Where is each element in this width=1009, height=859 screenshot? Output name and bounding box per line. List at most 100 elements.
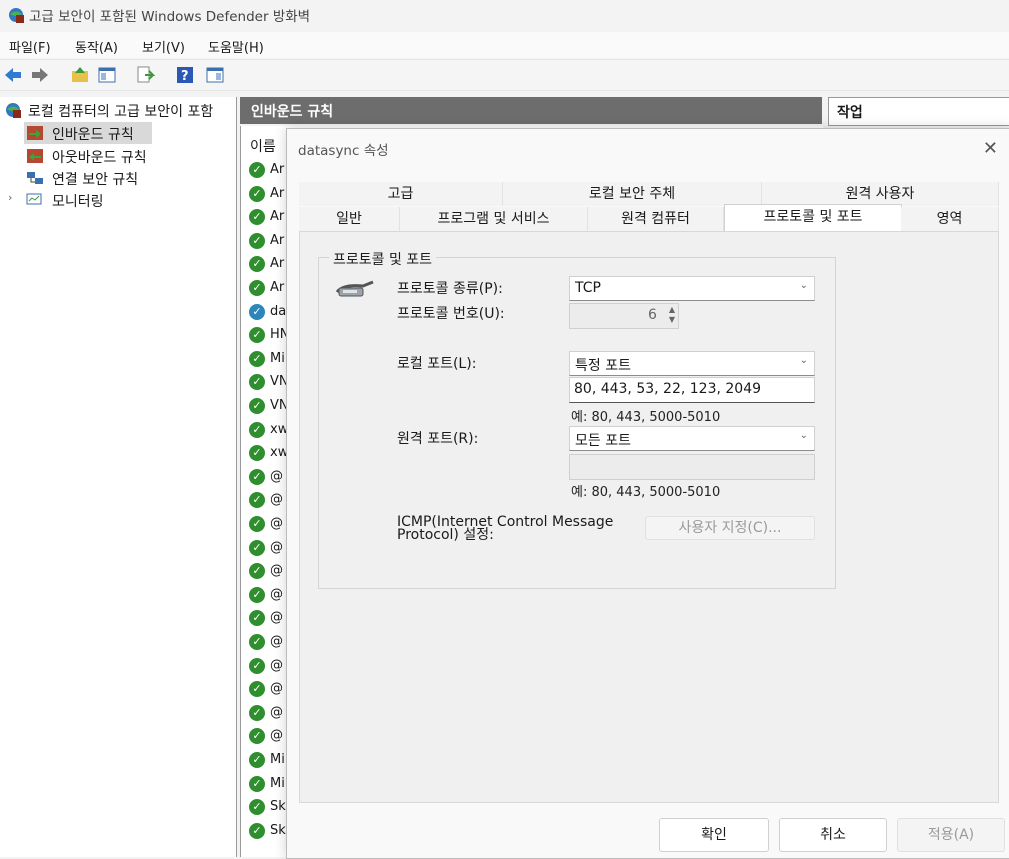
rule-enabled-check-icon: ✓ — [249, 162, 265, 178]
table-row[interactable]: ✓ @ — [249, 656, 289, 678]
show-action-pane-icon[interactable] — [205, 65, 225, 85]
chevron-down-icon: ⌄ — [799, 430, 808, 441]
show-hide-tree-icon[interactable] — [97, 65, 117, 85]
table-row[interactable]: ✓ @ — [249, 679, 289, 701]
table-row[interactable]: ✓ Ar — [249, 160, 289, 182]
table-row[interactable]: ✓ Mi — [249, 349, 289, 371]
tab-local-principals[interactable]: 로컬 보안 주체 — [503, 182, 762, 206]
table-row[interactable]: ✓ @ — [249, 490, 289, 512]
chevron-right-icon[interactable]: › — [8, 191, 12, 204]
rule-name: @ — [270, 610, 283, 626]
tree-item-connection-security-rules[interactable]: 연결 보안 규칙 — [24, 167, 224, 189]
table-row[interactable]: ✓ Ar — [249, 184, 289, 206]
table-row[interactable]: ✓ @ — [249, 726, 289, 748]
rule-enabled-check-icon: ✓ — [249, 822, 265, 839]
protocol-number-stepper[interactable]: 6 ▲ ▼ — [569, 303, 679, 329]
tab-remote-users[interactable]: 원격 사용자 — [762, 182, 999, 206]
tree-item-monitoring[interactable]: › 모니터링 — [8, 189, 228, 211]
tree-item-label: 모니터링 — [52, 194, 104, 210]
column-header-name[interactable]: 이름 — [250, 136, 276, 156]
connection-security-icon — [27, 172, 43, 184]
up-folder-icon[interactable] — [70, 65, 90, 85]
tab-remote-computers[interactable]: 원격 컴퓨터 — [588, 207, 724, 231]
table-row[interactable]: ✓ HN — [249, 325, 289, 347]
rule-name: @ — [270, 586, 283, 602]
remote-port-select[interactable]: 모든 포트 ⌄ — [569, 426, 815, 451]
rule-enabled-check-icon: ✓ — [249, 775, 265, 792]
protocol-type-select[interactable]: TCP ⌄ — [569, 276, 815, 301]
monitoring-icon — [26, 193, 42, 205]
help-icon[interactable]: ? — [175, 65, 195, 85]
table-row[interactable]: ✓ @ — [249, 608, 289, 630]
table-row[interactable]: ✓ Ar — [249, 254, 289, 276]
icmp-customize-button[interactable]: 사용자 지정(C)... — [645, 516, 815, 540]
tree-root[interactable]: 로컬 컴퓨터의 고급 보안이 포함 — [0, 99, 236, 121]
rule-enabled-check-icon: ✓ — [249, 704, 265, 721]
actions-pane-title: 작업 — [837, 105, 863, 121]
rule-name: @ — [270, 492, 283, 508]
table-row[interactable]: ✓ xw — [249, 443, 289, 465]
table-row[interactable]: ✓ xw — [249, 420, 289, 442]
tree-item-inbound-rules[interactable]: 인바운드 규칙 — [24, 122, 152, 144]
menu-help[interactable]: 도움말(H) — [208, 37, 264, 56]
protocol-type-label: 프로토콜 종류(P): — [397, 281, 503, 297]
table-row[interactable]: ✓ VN — [249, 372, 289, 394]
spin-arrows-icon[interactable]: ▲ ▼ — [669, 305, 675, 325]
table-row[interactable]: ✓ Mi — [249, 750, 289, 772]
tree-item-outbound-rules[interactable]: 아웃바운드 규칙 — [24, 145, 224, 167]
menu-view[interactable]: 보기(V) — [142, 37, 185, 56]
rule-name: @ — [270, 468, 283, 484]
tab-general[interactable]: 일반 — [299, 207, 400, 231]
cancel-button[interactable]: 취소 — [779, 818, 887, 852]
table-row[interactable]: ✓ Mi — [249, 774, 289, 796]
table-row[interactable]: ✓ Ar — [249, 207, 289, 229]
table-row[interactable]: ✓ Sk — [249, 821, 289, 843]
icmp-label-line2: Protocol) 설정: — [397, 527, 494, 543]
table-row[interactable]: ✓ @ — [249, 703, 289, 725]
tab-protocols-ports[interactable]: 프로토콜 및 포트 — [724, 204, 902, 233]
tab-programs-services[interactable]: 프로그램 및 서비스 — [400, 207, 588, 231]
ok-button[interactable]: 확인 — [659, 818, 769, 852]
local-port-hint: 예: 80, 443, 5000-5010 — [571, 410, 721, 425]
forward-arrow-icon[interactable] — [30, 65, 50, 85]
table-row[interactable]: ✓ @ — [249, 514, 289, 536]
rule-name: @ — [270, 657, 283, 673]
rule-name: @ — [270, 728, 283, 744]
export-list-icon[interactable] — [135, 65, 155, 85]
tab-scope[interactable]: 영역 — [901, 207, 999, 231]
table-row[interactable]: ✓ @ — [249, 561, 289, 583]
rule-enabled-check-icon: ✓ — [249, 398, 265, 414]
firewall-globe-icon — [6, 103, 21, 118]
table-row[interactable]: ✓ Sk — [249, 797, 289, 819]
network-cable-icon — [335, 280, 374, 297]
back-arrow-icon[interactable] — [3, 65, 23, 85]
protocol-type-value: TCP — [575, 280, 601, 296]
table-row[interactable]: ✓ da — [249, 302, 289, 324]
remote-port-input[interactable] — [569, 454, 815, 480]
table-row[interactable]: ✓ VN — [249, 396, 289, 418]
table-row[interactable]: ✓ @ — [249, 538, 289, 560]
close-icon[interactable]: ✕ — [983, 138, 998, 159]
tab-advanced[interactable]: 고급 — [299, 182, 503, 206]
rule-name: Ar — [270, 232, 285, 248]
icmp-settings-label: ICMP(Internet Control Message Protocol) … — [397, 515, 613, 543]
tab-panel-protocols-ports: 프로토콜 및 포트 프로토콜 종류(P): TCP ⌄ 프로토콜 번호(U): … — [299, 231, 999, 803]
table-row[interactable]: ✓ Ar — [249, 278, 289, 300]
apply-button[interactable]: 적용(A) — [897, 818, 1005, 852]
rule-enabled-check-icon: ✓ — [249, 634, 265, 650]
table-row[interactable]: ✓ Ar — [249, 231, 289, 253]
table-row[interactable]: ✓ @ — [249, 467, 289, 489]
table-row[interactable]: ✓ @ — [249, 632, 289, 654]
protocol-number-label: 프로토콜 번호(U): — [397, 306, 505, 322]
menu-bar: 파일(F) 동작(A) 보기(V) 도움말(H) — [0, 32, 1009, 58]
rule-name: @ — [270, 563, 283, 579]
local-port-input[interactable]: 80, 443, 53, 22, 123, 2049 — [569, 377, 815, 403]
menu-file[interactable]: 파일(F) — [9, 37, 51, 56]
chevron-down-icon: ⌄ — [799, 280, 808, 291]
menu-action[interactable]: 동작(A) — [75, 37, 118, 56]
local-port-select[interactable]: 특정 포트 ⌄ — [569, 351, 815, 376]
console-tree: 로컬 컴퓨터의 고급 보안이 포함 인바운드 규칙 아웃바운드 규칙 연결 보안… — [0, 97, 237, 857]
table-row[interactable]: ✓ @ — [249, 585, 289, 607]
rule-enabled-check-icon: ✓ — [249, 539, 265, 556]
rule-name: Ar — [270, 162, 285, 177]
